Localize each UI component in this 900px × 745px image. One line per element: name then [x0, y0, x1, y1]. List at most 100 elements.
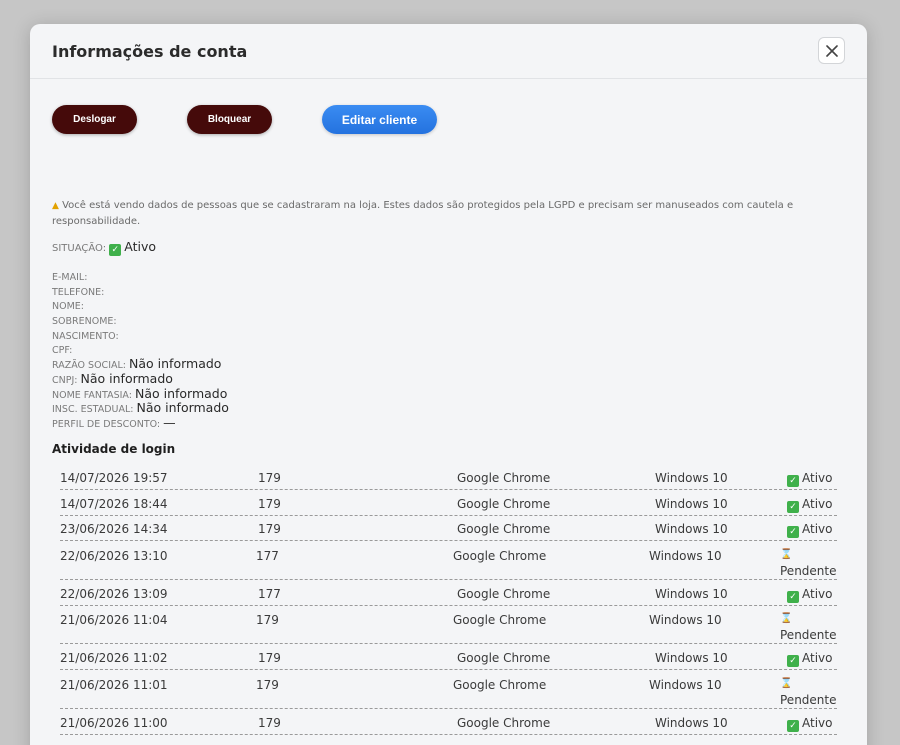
login-browser: Google Chrome [457, 586, 551, 601]
check-icon: ✓ [787, 655, 799, 668]
account-fields: E-MAIL: TELEFONE: NOME: SOBRENOME: NASCI… [52, 269, 229, 431]
login-activity-row: 21/06/2026 11:04 179 Google Chrome Windows … [60, 607, 837, 645]
hourglass-icon: ⌛ [780, 613, 793, 625]
login-ip: 177 [256, 549, 279, 564]
login-browser: Google Chrome [457, 651, 551, 666]
field-company-name: RAZÃO SOCIAL: Não informado [52, 356, 229, 372]
login-os: Windows 10 [655, 651, 728, 666]
login-os: Windows 10 [655, 496, 728, 511]
modal-header: Informações de conta [30, 24, 867, 79]
field-label: NASCIMENTO: [52, 330, 119, 342]
account-info-modal: Informações de conta Deslogar Bloquear E… [30, 24, 867, 745]
field-phone: TELEFONE: [52, 284, 229, 299]
login-os: Windows 10 [649, 549, 722, 564]
field-label: E-MAIL: [52, 272, 88, 283]
field-surname: SOBRENOME: [52, 313, 229, 328]
login-ip: 179 [256, 677, 279, 692]
field-value: Não informado [129, 356, 222, 372]
login-status: ⌛ Pendente [780, 676, 837, 708]
login-activity-row: 21/06/2026 11:01 179 Google Chrome Windows … [60, 672, 837, 709]
login-activity-title: Atividade de login [52, 442, 176, 456]
login-ip: 177 [258, 586, 281, 601]
warning-text: Você está vendo dados de pessoas que se … [52, 200, 794, 227]
situation-value: Ativo [124, 239, 157, 254]
field-cpf: CPF: [52, 342, 229, 357]
login-os: Windows 10 [655, 715, 728, 730]
close-icon [825, 44, 838, 57]
check-icon: ✓ [787, 590, 799, 603]
login-activity-row: 14/07/2026 18:44 179 Google Chrome Windows … [60, 492, 837, 516]
login-ip: 179 [258, 522, 281, 537]
situation-label: SITUAÇÃO: [52, 243, 107, 254]
field-value: Não informado [136, 400, 229, 416]
login-status: ⌛ Pendente [780, 547, 837, 579]
login-browser: Google Chrome [457, 496, 551, 511]
check-icon: ✓ [787, 526, 799, 539]
login-browser: Google Chrome [453, 677, 547, 692]
field-value: Não informado [134, 385, 228, 401]
login-status-text: Ativo [802, 522, 833, 537]
hourglass-icon: ⌛ [780, 549, 793, 561]
field-label: PERFIL DE DESCONTO: [52, 418, 161, 430]
login-date: 22/06/2026 13:09 [60, 586, 168, 601]
login-activity-row: 22/06/2026 13:09 177 Google Chrome Windows … [60, 582, 837, 606]
check-icon: ✓ [109, 244, 122, 256]
login-status-text: Ativo [802, 496, 833, 511]
edit-client-button[interactable]: Editar cliente [322, 105, 437, 134]
login-date: 21/06/2026 11:01 [60, 677, 168, 692]
field-label: TELEFONE: [52, 286, 105, 298]
field-state-registration: INSC. ESTADUAL: Não informado [52, 400, 229, 416]
login-os: Windows 10 [649, 677, 722, 692]
login-status: ✓ Ativo [787, 587, 832, 603]
login-os: Windows 10 [655, 522, 728, 537]
warning-icon: ▲ [52, 201, 59, 211]
field-value: — [163, 414, 176, 430]
login-status-text: Pendente [780, 692, 837, 707]
login-date: 14/07/2026 19:57 [60, 471, 168, 485]
login-os: Windows 10 [649, 613, 722, 628]
login-browser: Google Chrome [457, 522, 551, 537]
field-name: NOME: [52, 298, 229, 313]
check-icon: ✓ [787, 500, 799, 513]
field-birthdate: NASCIMENTO: [52, 328, 229, 343]
login-browser: Google Chrome [453, 549, 547, 564]
login-status: ✓ Ativo [787, 471, 832, 487]
login-status: ✓ Ativo [787, 716, 832, 732]
lgpd-warning: ▲ Você está vendo dados de pessoas que s… [52, 198, 812, 229]
field-label: CPF: [52, 345, 73, 357]
field-label: NOME FANTASIA: [52, 389, 132, 401]
check-icon: ✓ [787, 475, 799, 487]
login-date: 14/07/2026 18:44 [60, 496, 168, 511]
login-activity-row: 21/06/2026 11:02 179 Google Chrome Windows … [60, 646, 837, 671]
login-ip: 179 [258, 496, 281, 511]
login-date: 21/06/2026 11:00 [60, 715, 168, 730]
block-button[interactable]: Bloquear [187, 105, 272, 134]
login-os: Windows 10 [655, 471, 728, 485]
login-ip: 179 [256, 613, 279, 628]
login-status-text: Ativo [802, 471, 833, 485]
field-label: SOBRENOME: [52, 316, 117, 328]
close-button[interactable] [818, 37, 845, 64]
modal-title: Informações de conta [52, 42, 248, 61]
logout-button[interactable]: Deslogar [52, 105, 137, 134]
login-date: 21/06/2026 11:02 [60, 651, 168, 666]
hourglass-icon: ⌛ [780, 677, 793, 689]
field-label: NOME: [52, 301, 84, 313]
login-status: ✓ Ativo [787, 651, 832, 668]
login-browser: Google Chrome [457, 471, 551, 485]
field-label: RAZÃO SOCIAL: [52, 360, 126, 372]
field-label: INSC. ESTADUAL: [52, 404, 134, 416]
login-status-text: Ativo [802, 586, 833, 601]
field-discount-profile: PERFIL DE DESCONTO: — [52, 414, 229, 431]
field-value: Não informado [80, 370, 173, 386]
login-status: ✓ Ativo [787, 497, 832, 513]
field-trade-name: NOME FANTASIA: Não informado [52, 385, 229, 402]
check-icon: ✓ [787, 719, 799, 732]
login-os: Windows 10 [655, 586, 728, 601]
login-status-text: Pendente [780, 564, 837, 579]
situation-row: SITUAÇÃO: ✓ Ativo [52, 239, 156, 256]
login-activity-row: 23/06/2026 14:34 179 Google Chrome Windows … [60, 517, 837, 542]
login-ip: 179 [258, 651, 281, 666]
login-status: ✓ Ativo [787, 522, 833, 539]
login-date: 21/06/2026 11:04 [60, 613, 168, 628]
